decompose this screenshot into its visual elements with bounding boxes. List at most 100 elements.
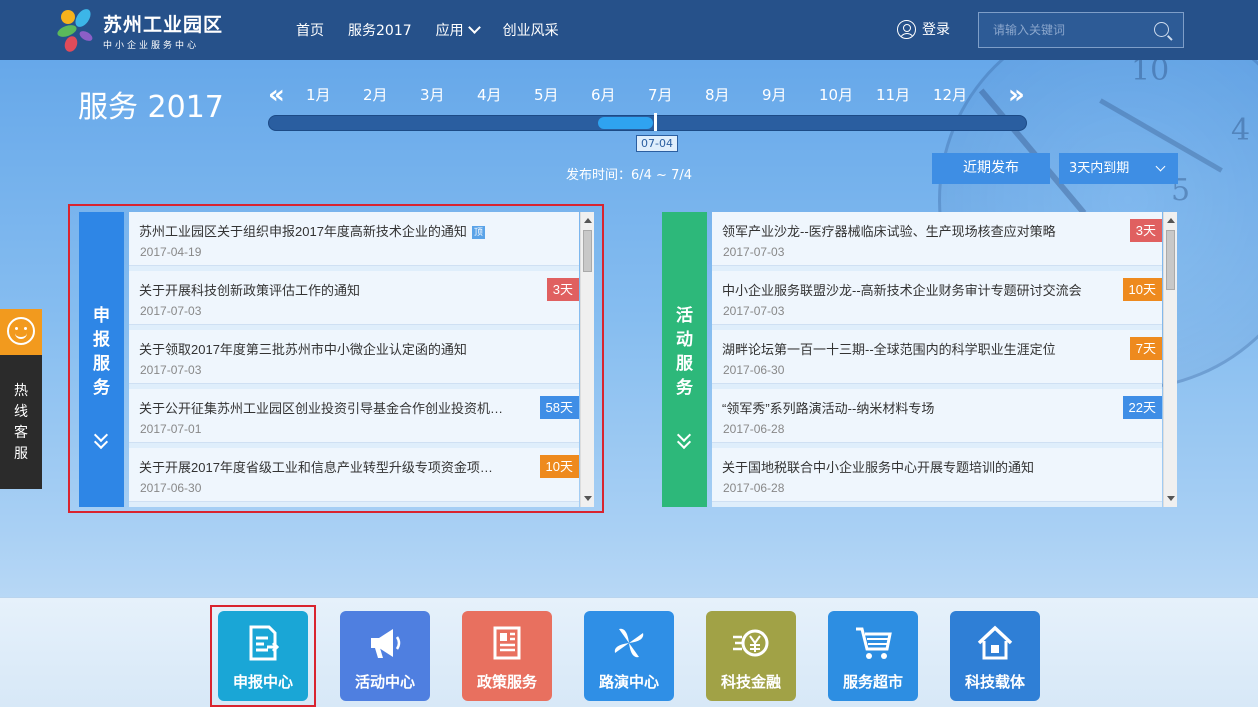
- nav-apps[interactable]: 应用: [436, 20, 481, 40]
- tab-char: 活: [676, 306, 693, 326]
- month-8[interactable]: 8月: [705, 84, 730, 105]
- month-9[interactable]: 9月: [762, 84, 787, 105]
- item-date: 2017-07-01: [140, 422, 202, 436]
- nav-service-market[interactable]: 服务超市: [828, 611, 918, 701]
- list-item[interactable]: 关于开展2017年度省级工业和信息产业转型升级专项资金项… 2017-06-30…: [129, 448, 579, 502]
- month-11[interactable]: 11月: [876, 84, 910, 105]
- nav-label: 申报中心: [232, 673, 293, 691]
- item-date: 2017-07-03: [140, 304, 202, 318]
- month-2[interactable]: 2月: [363, 84, 388, 105]
- item-date: 2017-07-03: [723, 245, 785, 259]
- activity-service-tab[interactable]: 活 动 服 务: [662, 212, 707, 507]
- scroll-up-icon[interactable]: [1167, 218, 1175, 223]
- deadline-badge: 3天: [546, 278, 579, 301]
- declare-scrollbar[interactable]: [580, 212, 594, 507]
- hotline-customer-service[interactable]: 热 线 客 服: [0, 309, 42, 489]
- item-title: 关于国地税联合中小企业服务中心开展专题培训的通知: [722, 460, 1035, 475]
- deadline-badge: 22天: [1122, 396, 1162, 419]
- tab-char: 务: [93, 378, 110, 398]
- declare-service-tab[interactable]: 申 报 服 务: [79, 212, 124, 507]
- tab-char: 申: [93, 306, 110, 326]
- next-year-arrow-icon[interactable]: »: [1008, 80, 1025, 110]
- tab-char: 动: [676, 330, 693, 350]
- list-item[interactable]: 关于开展科技创新政策评估工作的通知 2017-07-03 3天: [129, 271, 579, 325]
- deadline-badge: 10天: [539, 455, 579, 478]
- newspaper-icon: [493, 626, 521, 660]
- expire-filter-select[interactable]: 3天内到期: [1059, 153, 1178, 184]
- nav-label: 科技金融: [720, 673, 781, 691]
- nav-label: 活动中心: [354, 673, 415, 691]
- scroll-down-icon[interactable]: [1167, 496, 1175, 501]
- list-item[interactable]: 苏州工业园区关于组织申报2017年度高新技术企业的通知顶 2017-04-19: [129, 212, 579, 266]
- item-title: 中小企业服务联盟沙龙--高新技术企业财务审计专题研讨交流会: [722, 283, 1082, 298]
- search-input[interactable]: [979, 13, 1149, 47]
- list-item[interactable]: 关于领取2017年度第三批苏州市中小微企业认定函的通知 2017-07-03: [129, 330, 579, 384]
- tab-char: 务: [676, 378, 693, 398]
- cart-icon: [856, 627, 892, 659]
- nav-activity-center[interactable]: 活动中心: [340, 611, 430, 701]
- hotline-char: 服: [14, 446, 28, 462]
- nav-home[interactable]: 首页: [296, 20, 324, 40]
- logo[interactable]: 苏州工业园区 中小企业服务中心: [55, 6, 223, 54]
- item-date: 2017-06-30: [723, 363, 785, 377]
- double-chevron-down-icon[interactable]: [676, 427, 692, 450]
- logo-title: 苏州工业园区: [103, 13, 224, 36]
- month-12[interactable]: 12月: [933, 84, 967, 105]
- nav-declare-center[interactable]: 申报中心: [218, 611, 308, 701]
- scroll-thumb[interactable]: [583, 230, 592, 272]
- deadline-badge: 58天: [539, 396, 579, 419]
- nav-label: 科技载体: [964, 673, 1025, 691]
- scroll-thumb[interactable]: [1166, 230, 1175, 290]
- prev-year-arrow-icon[interactable]: «: [268, 80, 285, 110]
- item-title: 关于开展科技创新政策评估工作的通知: [139, 283, 361, 298]
- month-4[interactable]: 4月: [477, 84, 502, 105]
- timeline-slider[interactable]: [268, 113, 1027, 131]
- timeline-handle[interactable]: [654, 113, 657, 131]
- main-nav: 首页 服务2017 应用 创业风采: [296, 0, 583, 60]
- double-chevron-down-icon[interactable]: [93, 427, 109, 450]
- month-3[interactable]: 3月: [420, 84, 445, 105]
- list-item[interactable]: 领军产业沙龙--医疗器械临床试验、生产现场核查应对策略 2017-07-03 3…: [712, 212, 1162, 266]
- item-date: 2017-04-19: [140, 245, 202, 259]
- month-7[interactable]: 7月: [648, 84, 673, 105]
- tab-char: 服: [676, 354, 693, 374]
- hotline-char: 线: [14, 404, 28, 420]
- list-item[interactable]: 湖畔论坛第一百一十三期--全球范围内的科学职业生涯定位 2017-06-30 7…: [712, 330, 1162, 384]
- timeline-range[interactable]: [598, 117, 653, 129]
- nav-tech-finance[interactable]: 科技金融: [706, 611, 796, 701]
- list-item[interactable]: 关于国地税联合中小企业服务中心开展专题培训的通知 2017-06-28: [712, 448, 1162, 502]
- smiley-face-icon: [7, 317, 35, 345]
- nav-startup-showcase[interactable]: 创业风采: [503, 20, 559, 40]
- nav-policy-service[interactable]: 政策服务: [462, 611, 552, 701]
- nav-roadshow-center[interactable]: 路演中心: [584, 611, 674, 701]
- login-button[interactable]: 登录: [897, 19, 950, 39]
- item-date: 2017-07-03: [723, 304, 785, 318]
- nav-label: 政策服务: [476, 673, 537, 691]
- document-icon: [249, 625, 280, 661]
- tab-char: 报: [93, 330, 110, 350]
- scroll-down-icon[interactable]: [584, 496, 592, 501]
- list-item[interactable]: 中小企业服务联盟沙龙--高新技术企业财务审计专题研讨交流会 2017-07-03…: [712, 271, 1162, 325]
- list-item[interactable]: “领军秀”系列路演活动--纳米材料专场 2017-06-28 22天: [712, 389, 1162, 443]
- month-6[interactable]: 6月: [591, 84, 616, 105]
- yen-coin-icon: [733, 629, 769, 657]
- activity-scrollbar[interactable]: [1163, 212, 1177, 507]
- deadline-badge: 7天: [1129, 337, 1162, 360]
- month-1[interactable]: 1月: [306, 84, 331, 105]
- search-icon[interactable]: [1154, 22, 1169, 37]
- chevron-down-icon: [1155, 161, 1166, 172]
- scroll-up-icon[interactable]: [584, 218, 592, 223]
- activity-list: 领军产业沙龙--医疗器械临床试验、生产现场核查应对策略 2017-07-03 3…: [712, 212, 1162, 507]
- search-box: [978, 12, 1184, 48]
- recent-publish-button[interactable]: 近期发布: [932, 153, 1050, 184]
- house-icon: [977, 625, 1013, 660]
- pinned-tag: 顶: [471, 226, 485, 239]
- nav-service-2017[interactable]: 服务2017: [348, 20, 412, 40]
- month-5[interactable]: 5月: [534, 84, 559, 105]
- item-date: 2017-06-28: [723, 481, 785, 495]
- user-icon: [897, 19, 916, 39]
- list-item[interactable]: 关于公开征集苏州工业园区创业投资引导基金合作创业投资机… 2017-07-01 …: [129, 389, 579, 443]
- month-10[interactable]: 10月: [819, 84, 853, 105]
- item-date: 2017-06-30: [140, 481, 202, 495]
- nav-tech-carrier[interactable]: 科技载体: [950, 611, 1040, 701]
